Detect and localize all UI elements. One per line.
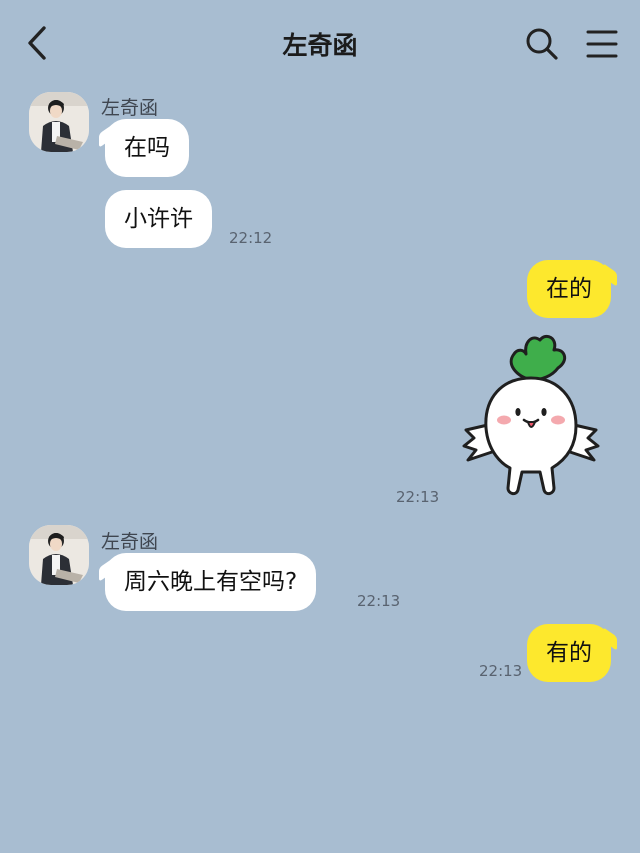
sender-name: 左奇函 xyxy=(101,531,159,553)
avatar[interactable] xyxy=(29,525,89,585)
message-time: 22:12 xyxy=(229,229,273,247)
message-bubble[interactable]: 小许许 xyxy=(105,190,212,248)
chat-header: 左奇函 xyxy=(0,0,640,88)
message-time: 22:13 xyxy=(396,488,440,506)
message-bubble[interactable]: 有的 xyxy=(527,624,611,682)
chevron-left-icon xyxy=(28,26,46,60)
back-button[interactable] xyxy=(20,22,60,66)
message-bubble[interactable]: 在吗 xyxy=(105,119,189,177)
message-text: 周六晚上有空吗? xyxy=(124,569,298,595)
sender-name: 左奇函 xyxy=(101,97,159,119)
message-bubble[interactable]: 周六晚上有空吗? xyxy=(105,553,317,611)
search-button[interactable] xyxy=(522,24,562,64)
search-icon xyxy=(526,28,558,60)
message-text: 小许许 xyxy=(124,206,193,232)
avatar[interactable] xyxy=(29,92,89,152)
white-radish-sticker[interactable] xyxy=(458,328,604,504)
menu-button[interactable] xyxy=(584,26,622,62)
message-text: 有的 xyxy=(546,640,592,666)
message-text: 在的 xyxy=(546,276,592,302)
message-time: 22:13 xyxy=(479,662,523,680)
message-text: 在吗 xyxy=(124,135,170,161)
hamburger-menu-icon xyxy=(586,30,618,58)
message-time: 22:13 xyxy=(357,592,401,610)
message-bubble[interactable]: 在的 xyxy=(527,260,611,318)
